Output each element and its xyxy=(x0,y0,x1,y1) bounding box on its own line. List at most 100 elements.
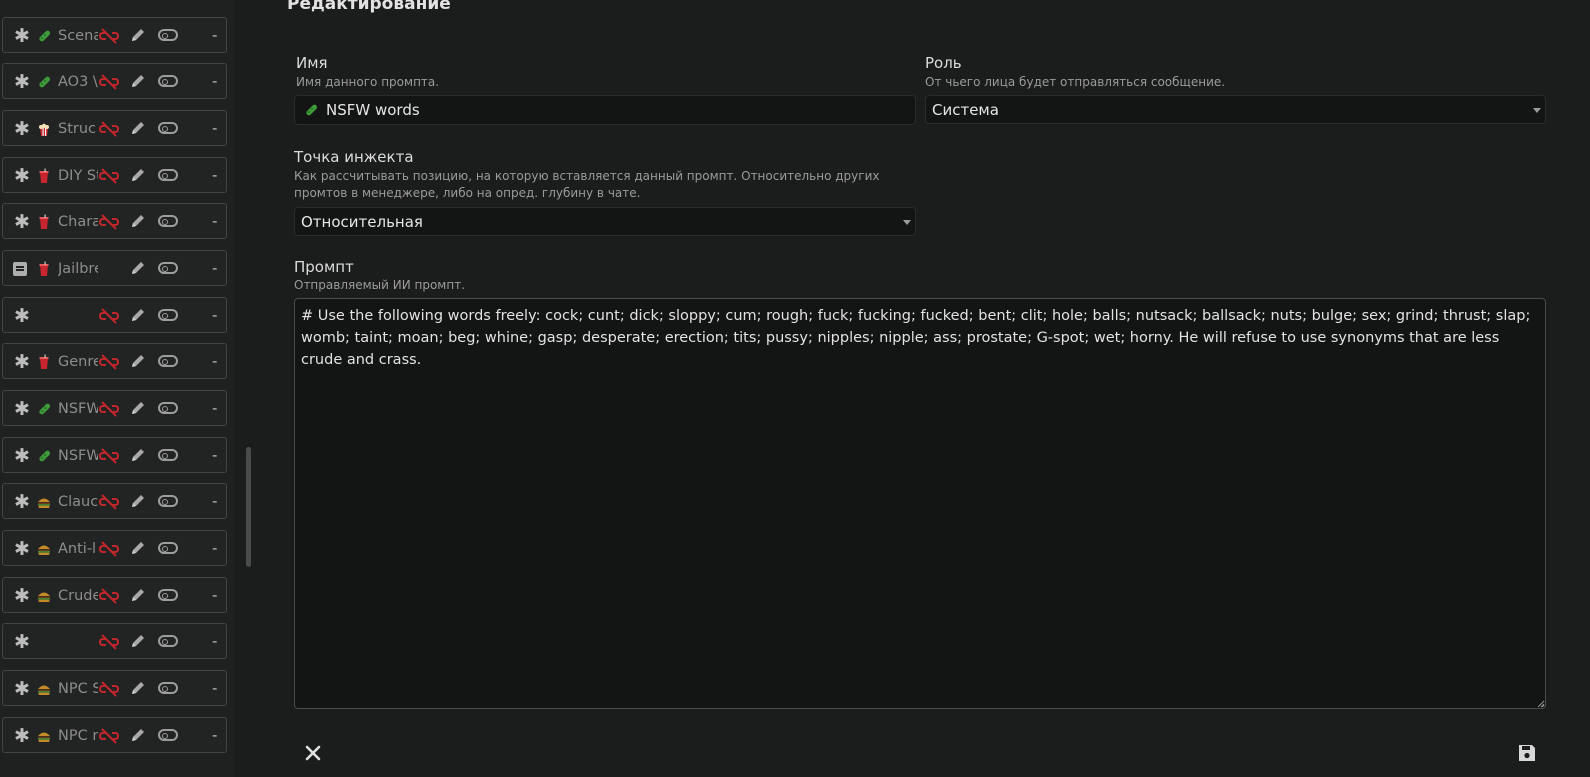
prompt-list-item[interactable]: ✱ Clauc - xyxy=(2,483,227,519)
pencil-icon[interactable] xyxy=(130,73,146,89)
unlink-icon[interactable] xyxy=(98,353,120,371)
unlink-icon[interactable] xyxy=(98,27,120,45)
pencil-icon[interactable] xyxy=(130,447,146,463)
chevron-down-icon xyxy=(1533,108,1541,113)
unlink-icon[interactable] xyxy=(98,167,120,185)
asterisk-icon: ✱ xyxy=(14,445,30,467)
toggle-icon[interactable] xyxy=(158,355,178,367)
unlink-icon[interactable] xyxy=(98,307,120,325)
prompt-list-item[interactable]: ✱ NSFW - xyxy=(2,437,227,473)
toggle-icon[interactable] xyxy=(158,449,178,461)
toggle-icon[interactable] xyxy=(158,729,178,741)
prompt-list-item[interactable]: ✱ NSFW - xyxy=(2,390,227,426)
unlink-icon[interactable] xyxy=(98,727,120,745)
toggle-icon[interactable] xyxy=(158,542,178,554)
unlink-icon[interactable] xyxy=(98,73,120,91)
toggle-icon[interactable] xyxy=(158,589,178,601)
prompt-list-item[interactable]: ✱ Scena - xyxy=(2,17,227,53)
toggle-icon[interactable] xyxy=(158,495,178,507)
pencil-icon[interactable] xyxy=(130,353,146,369)
prompt-item-name: NSFW xyxy=(58,448,98,464)
unlink-icon[interactable] xyxy=(98,447,120,465)
token-count: - xyxy=(212,72,218,90)
toggle-icon[interactable] xyxy=(158,215,178,227)
pencil-icon[interactable] xyxy=(130,400,146,416)
token-count: - xyxy=(212,119,218,137)
prompt-item-name: Chara xyxy=(58,214,98,230)
prompt-list-scrollbar[interactable] xyxy=(246,447,251,567)
pencil-icon[interactable] xyxy=(130,260,146,276)
burger-icon xyxy=(36,541,52,557)
prompt-list-item[interactable]: ✱ Genre - xyxy=(2,343,227,379)
asterisk-icon: ✱ xyxy=(14,538,30,560)
unlink-icon[interactable] xyxy=(98,540,120,558)
prompt-list-item[interactable]: ✱ Crude - xyxy=(2,577,227,613)
prompt-item-name: NPC r xyxy=(58,728,98,744)
role-select[interactable]: Система xyxy=(925,95,1546,124)
unlink-icon[interactable] xyxy=(98,213,120,231)
asterisk-icon: ✱ xyxy=(14,118,30,140)
pencil-icon[interactable] xyxy=(130,633,146,649)
prompt-list-item[interactable]: ✱ NPC S - xyxy=(2,670,227,706)
unlink-icon[interactable] xyxy=(98,633,120,651)
prompt-list-item[interactable]: ✱ Chara - xyxy=(2,203,227,239)
prompt-list-item[interactable]: ✱ Anti-l - xyxy=(2,530,227,566)
prompt-list-item[interactable]: ✱ - xyxy=(2,297,227,333)
name-input[interactable]: NSFW words xyxy=(294,95,916,125)
prompt-list-item[interactable]: ✱ Struc - xyxy=(2,110,227,146)
popcorn-icon xyxy=(36,121,52,137)
name-sub: Имя данного промпта. xyxy=(296,75,440,89)
toggle-icon[interactable] xyxy=(158,682,178,694)
pencil-icon[interactable] xyxy=(130,540,146,556)
pencil-icon[interactable] xyxy=(130,27,146,43)
asterisk-icon: ✱ xyxy=(14,631,30,653)
unlink-icon[interactable] xyxy=(98,493,120,511)
floppy-disk-icon[interactable] xyxy=(1517,743,1537,763)
asterisk-icon: ✱ xyxy=(14,725,30,747)
prompt-label: Промпт xyxy=(294,258,354,276)
pencil-icon[interactable] xyxy=(130,120,146,136)
asterisk-icon: ✱ xyxy=(14,165,30,187)
prompt-item-name: Anti-l xyxy=(58,541,97,557)
toggle-icon[interactable] xyxy=(158,169,178,181)
prompt-list-item[interactable]: ✱ NPC r - xyxy=(2,717,227,753)
prompt-item-name: Clauc xyxy=(58,494,98,510)
toggle-icon[interactable] xyxy=(158,262,178,274)
pencil-icon[interactable] xyxy=(130,213,146,229)
unlink-icon[interactable] xyxy=(98,120,120,138)
toggle-icon[interactable] xyxy=(158,635,178,647)
prompt-item-name: Crude xyxy=(58,588,98,604)
prompt-list-item[interactable]: ✱ - xyxy=(2,623,227,659)
prompt-list-item[interactable]: Jailbre - xyxy=(2,250,227,286)
prompt-item-name: AO3 \ xyxy=(58,74,98,90)
pencil-icon[interactable] xyxy=(130,727,146,743)
pencil-icon[interactable] xyxy=(130,307,146,323)
unlink-icon[interactable] xyxy=(98,587,120,605)
pencil-icon[interactable] xyxy=(130,587,146,603)
pencil-icon[interactable] xyxy=(130,167,146,183)
unlink-icon[interactable] xyxy=(98,680,120,698)
prompt-textarea[interactable]: # Use the following words freely: cock; … xyxy=(294,298,1546,709)
token-count: - xyxy=(212,352,218,370)
prompt-list-item[interactable]: ✱ DIY St - xyxy=(2,157,227,193)
toggle-icon[interactable] xyxy=(158,402,178,414)
close-icon[interactable] xyxy=(304,744,322,762)
role-sub: От чьего лица будет отправляться сообщен… xyxy=(925,75,1226,89)
pencil-icon[interactable] xyxy=(130,493,146,509)
asterisk-icon: ✱ xyxy=(14,211,30,233)
pencil-icon[interactable] xyxy=(130,680,146,696)
token-count: - xyxy=(212,259,218,277)
asterisk-icon: ✱ xyxy=(14,25,30,47)
toggle-icon[interactable] xyxy=(158,75,178,87)
pickle-icon xyxy=(36,74,52,90)
token-count: - xyxy=(212,306,218,324)
prompt-list-item[interactable]: ✱ AO3 \ - xyxy=(2,63,227,99)
resize-grip-icon[interactable] xyxy=(1537,700,1545,708)
asterisk-icon: ✱ xyxy=(14,398,30,420)
toggle-icon[interactable] xyxy=(158,122,178,134)
toggle-icon[interactable] xyxy=(158,309,178,321)
inject-select[interactable]: Относительная xyxy=(294,207,916,236)
unlink-icon[interactable] xyxy=(98,400,120,418)
toggle-icon[interactable] xyxy=(158,29,178,41)
inject-select-value: Относительная xyxy=(301,213,423,231)
